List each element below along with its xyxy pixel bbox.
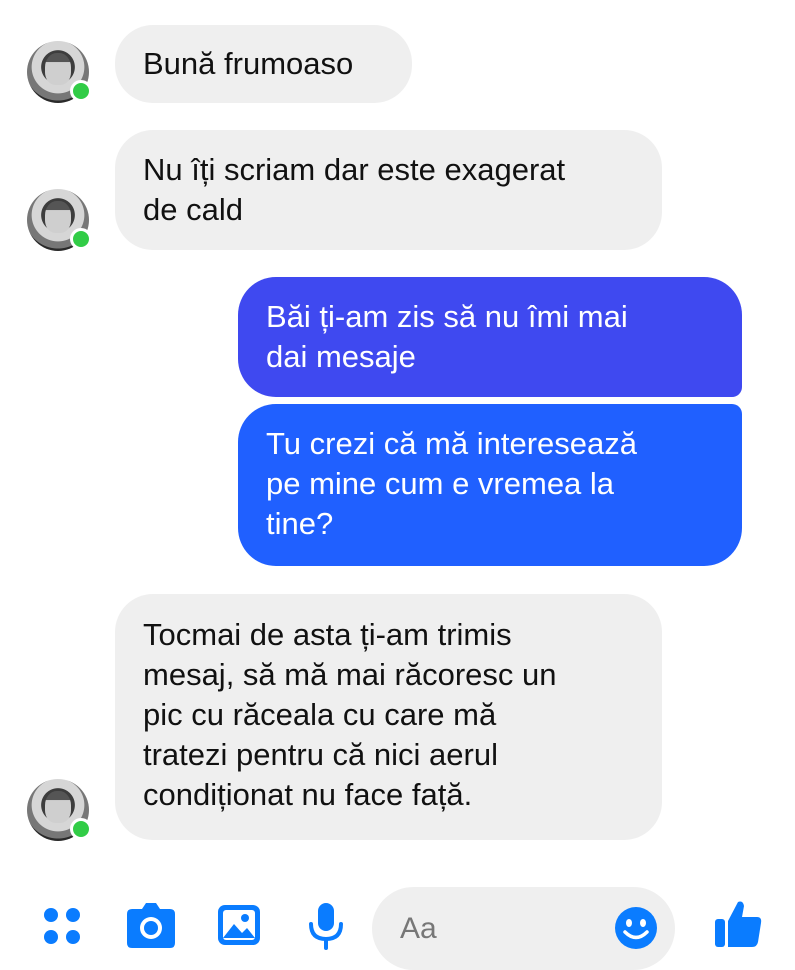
outgoing-message[interactable]: Băi ți-am zis să nu îmi mai dai mesaje	[238, 277, 742, 397]
apps-icon[interactable]	[41, 905, 83, 947]
online-status-dot	[70, 228, 92, 250]
thumbs-up-icon[interactable]	[713, 899, 763, 949]
contact-avatar[interactable]	[27, 41, 92, 103]
contact-avatar[interactable]	[27, 779, 92, 841]
avatar-face	[45, 201, 71, 233]
incoming-message[interactable]: Bună frumoaso	[115, 25, 412, 103]
avatar-face	[45, 791, 71, 823]
incoming-message[interactable]: Nu îți scriam dar este exagerat de cald	[115, 130, 662, 250]
camera-icon[interactable]	[126, 903, 176, 949]
microphone-icon[interactable]	[306, 902, 346, 950]
incoming-message[interactable]: Tocmai de asta ți-am trimis mesaj, să mă…	[115, 594, 662, 840]
outgoing-message[interactable]: Tu crezi că mă interesează pe mine cum e…	[238, 404, 742, 566]
message-composer[interactable]	[372, 887, 675, 970]
online-status-dot	[70, 80, 92, 102]
emoji-icon[interactable]	[613, 905, 659, 951]
message-input[interactable]	[398, 907, 602, 951]
contact-avatar[interactable]	[27, 189, 92, 251]
gallery-icon[interactable]	[217, 904, 261, 946]
avatar-face	[45, 53, 71, 85]
online-status-dot	[70, 818, 92, 840]
